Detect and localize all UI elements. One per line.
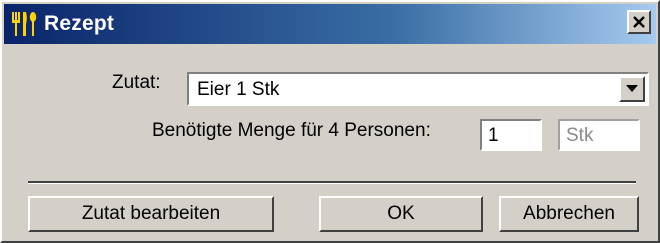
chevron-down-icon	[626, 85, 638, 92]
window-title: Rezept	[44, 12, 115, 35]
unit-field: Stk	[558, 119, 640, 151]
ingredient-label: Zutat:	[112, 72, 161, 93]
close-button[interactable]	[627, 10, 651, 34]
dropdown-arrow-button[interactable]	[619, 76, 645, 102]
quantity-input[interactable]: 1	[480, 119, 542, 151]
title-bar[interactable]: Rezept	[4, 4, 656, 44]
ingredient-selected-value: Eier 1 Stk	[197, 79, 280, 100]
quantity-label: Benötigte Menge für 4 Personen:	[152, 120, 431, 141]
separator-line	[28, 181, 636, 184]
cutlery-icon	[10, 10, 38, 38]
recipe-dialog: Rezept Zutat: Eier 1 Stk Benötigte Menge…	[0, 0, 660, 243]
ingredient-dropdown[interactable]: Eier 1 Stk	[187, 72, 649, 106]
cancel-button[interactable]: Abbrechen	[499, 196, 639, 232]
ok-button[interactable]: OK	[319, 196, 483, 232]
close-icon	[633, 16, 645, 28]
edit-ingredient-button[interactable]: Zutat bearbeiten	[28, 196, 274, 232]
